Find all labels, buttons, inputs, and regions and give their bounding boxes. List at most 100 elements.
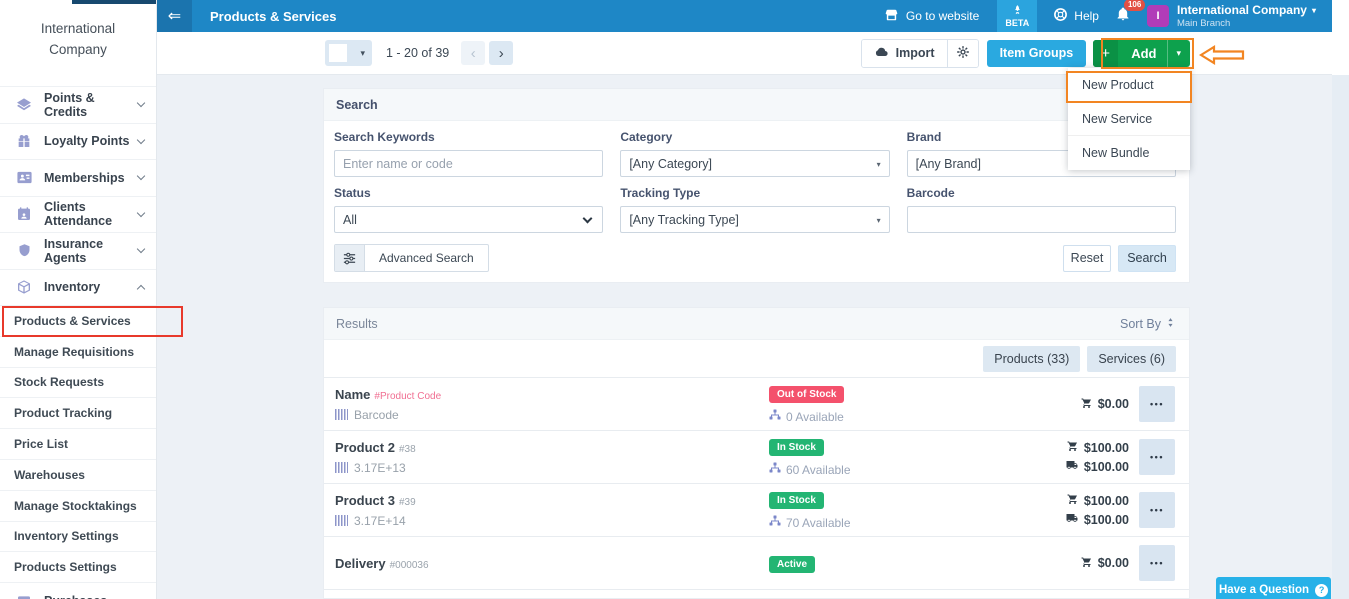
- tab-products[interactable]: Products (33): [983, 346, 1080, 372]
- menu-item-new-bundle[interactable]: New Bundle: [1068, 136, 1190, 170]
- scrollbar[interactable]: [1332, 0, 1349, 599]
- search-keywords-label: Search Keywords: [334, 131, 603, 144]
- sidebar-item-points-credits[interactable]: Points & Credits: [0, 86, 156, 123]
- tracking-type-label: Tracking Type: [620, 187, 889, 200]
- subitem-label: Price List: [14, 437, 68, 451]
- sitemap-icon: [769, 409, 781, 424]
- product-row[interactable]: Name#Product Code Barcode Out of Stock 0…: [324, 377, 1189, 430]
- advanced-search-button[interactable]: Advanced Search: [334, 244, 489, 272]
- rocket-icon: [1012, 4, 1023, 18]
- page-title: Products & Services: [210, 9, 336, 24]
- sidebar-subitem-products-services[interactable]: Products & Services: [0, 305, 156, 336]
- sidebar-item-loyalty-points[interactable]: Loyalty Points: [0, 123, 156, 160]
- subitem-label: Product Tracking: [14, 406, 112, 420]
- sidebar-item-label: Inventory: [44, 280, 138, 294]
- sidebar-subitem-products-settings[interactable]: Products Settings: [0, 551, 156, 582]
- shield-icon: [14, 243, 34, 258]
- next-page-button[interactable]: ›: [489, 41, 513, 65]
- sort-by-control[interactable]: Sort By: [1120, 316, 1176, 332]
- go-to-website-link[interactable]: Go to website: [884, 8, 979, 25]
- sidebar-subitem-stock-requests[interactable]: Stock Requests: [0, 367, 156, 398]
- results-title: Results: [336, 317, 378, 331]
- row-actions-button[interactable]: •••: [1139, 439, 1175, 475]
- subitem-label: Stock Requests: [14, 375, 104, 389]
- sidebar: International Company Points & Credits L…: [0, 0, 157, 599]
- chevron-up-icon: [137, 285, 145, 293]
- purchase-price: $100.00: [1084, 460, 1129, 474]
- sidebar-item-clients-attendance[interactable]: Clients Attendance: [0, 196, 156, 233]
- status-cell: In Stock 60 Available: [769, 437, 1019, 477]
- layers-icon: [14, 97, 34, 113]
- status-select[interactable]: All: [334, 206, 603, 233]
- add-dropdown-menu: New Product New Service New Bundle: [1068, 68, 1190, 170]
- sidebar-item-insurance-agents[interactable]: Insurance Agents: [0, 232, 156, 269]
- account-menu[interactable]: International Company ▾ Main Branch: [1177, 3, 1316, 29]
- category-value: [Any Category]: [629, 157, 712, 171]
- beta-badge[interactable]: BETA: [997, 0, 1037, 32]
- beta-label: BETA: [1005, 18, 1029, 28]
- help-link[interactable]: Help: [1053, 7, 1099, 25]
- price-cell: $0.00: [1019, 556, 1129, 571]
- settings-button[interactable]: [948, 40, 978, 67]
- have-a-question-button[interactable]: Have a Question ?: [1216, 577, 1331, 599]
- product-barcode: 3.17E+13: [354, 461, 406, 475]
- subitem-label: Warehouses: [14, 468, 85, 482]
- name-cell: Delivery#000036: [335, 556, 769, 571]
- reset-button[interactable]: Reset: [1063, 245, 1111, 272]
- scrollbar-thumb[interactable]: [1332, 0, 1349, 75]
- add-label: Add: [1118, 46, 1167, 61]
- barcode-input[interactable]: [907, 206, 1176, 233]
- caret-down-icon: ▾: [1167, 40, 1190, 67]
- sidebar-item-purchases[interactable]: Purchases: [0, 582, 156, 599]
- sidebar-subitem-manage-requisitions[interactable]: Manage Requisitions: [0, 336, 156, 367]
- search-panel: Search Search Keywords Category [Any Cat…: [323, 88, 1190, 283]
- page-size-select[interactable]: ▾: [325, 40, 372, 66]
- sitemap-icon: [769, 462, 781, 477]
- account-avatar[interactable]: I: [1147, 5, 1169, 27]
- barcode-icon: [335, 409, 348, 420]
- import-button[interactable]: Import: [862, 40, 948, 67]
- category-select[interactable]: [Any Category] ▾: [620, 150, 889, 177]
- menu-item-new-product[interactable]: New Product: [1068, 68, 1190, 102]
- lifebuoy-icon: [1053, 7, 1068, 25]
- sidebar-subitem-manage-stocktakings[interactable]: Manage Stocktakings: [0, 490, 156, 521]
- product-row[interactable]: Product 2#38 3.17E+13 In Stock 60 Availa…: [324, 430, 1189, 483]
- chevron-down-icon: [137, 245, 145, 253]
- status-cell: Active: [769, 554, 1019, 573]
- product-name: Product 3: [335, 493, 395, 508]
- brand-value: [Any Brand]: [916, 157, 981, 171]
- sidebar-item-memberships[interactable]: Memberships: [0, 159, 156, 196]
- chevron-down-icon: [137, 99, 145, 107]
- product-row[interactable]: Product 3#39 3.17E+14 In Stock 70 Availa…: [324, 483, 1189, 536]
- sidebar-item-inventory[interactable]: Inventory: [0, 269, 156, 306]
- row-actions-button[interactable]: •••: [1139, 386, 1175, 422]
- barcode-label: Barcode: [907, 187, 1176, 200]
- tab-services[interactable]: Services (6): [1087, 346, 1176, 372]
- menu-item-new-service[interactable]: New Service: [1068, 102, 1190, 136]
- truck-icon: [1065, 512, 1079, 527]
- product-code: #Product Code: [374, 391, 441, 402]
- row-actions-button[interactable]: •••: [1139, 545, 1175, 581]
- sidebar-subitem-inventory-settings[interactable]: Inventory Settings: [0, 521, 156, 552]
- search-keywords-input[interactable]: [334, 150, 603, 177]
- sidebar-item-label: Insurance Agents: [44, 237, 138, 265]
- caret-down-icon: ▾: [1312, 6, 1316, 15]
- have-a-question-label: Have a Question: [1219, 584, 1309, 596]
- item-groups-button[interactable]: Item Groups: [987, 40, 1087, 67]
- search-panel-body: Search Keywords Category [Any Category] …: [324, 121, 1189, 282]
- product-row[interactable]: Delivery#000036 Active $0.00 •••: [324, 536, 1189, 589]
- row-actions-button[interactable]: •••: [1139, 492, 1175, 528]
- chevron-right-icon: ›: [499, 45, 504, 62]
- add-button[interactable]: + Add ▾: [1093, 40, 1190, 67]
- sidebar-subitem-price-list[interactable]: Price List: [0, 428, 156, 459]
- sidebar-subitem-warehouses[interactable]: Warehouses: [0, 459, 156, 490]
- tracking-type-select[interactable]: [Any Tracking Type] ▾: [620, 206, 889, 233]
- available-count: 0 Available: [786, 410, 844, 424]
- sidebar-item-label: Loyalty Points: [44, 134, 138, 148]
- sale-price: $0.00: [1098, 556, 1129, 570]
- previous-page-button[interactable]: ‹: [461, 41, 485, 65]
- notifications-button[interactable]: 106: [1115, 5, 1131, 27]
- sidebar-subitem-product-tracking[interactable]: Product Tracking: [0, 397, 156, 428]
- sidebar-collapse-button[interactable]: ⇐: [157, 0, 192, 32]
- search-button[interactable]: Search: [1118, 245, 1176, 272]
